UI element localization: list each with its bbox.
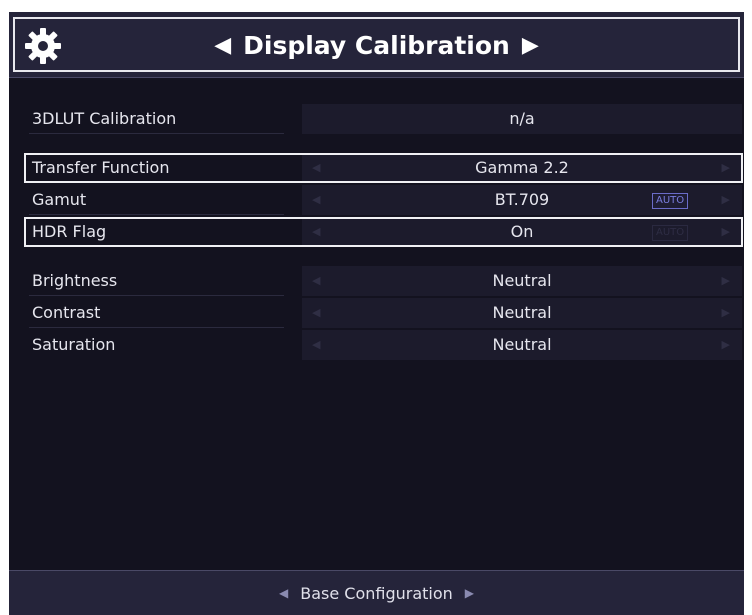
row-value: n/a bbox=[509, 109, 535, 128]
display-calibration-window: ◀ Display Calibration ▶ 3DLUT Calibratio… bbox=[9, 12, 744, 615]
row-value-field[interactable]: n/a bbox=[302, 104, 742, 134]
row-value-field[interactable]: ◀ Neutral ▶ bbox=[302, 298, 742, 328]
row-saturation[interactable]: Saturation ◀ Neutral ▶ bbox=[9, 330, 744, 360]
page-title: Display Calibration bbox=[243, 30, 510, 60]
row-label: Contrast bbox=[32, 303, 101, 322]
row-brightness[interactable]: Brightness ◀ Neutral ▶ bbox=[9, 266, 744, 296]
chevron-right-icon[interactable]: ▶ bbox=[722, 153, 730, 183]
row-label: 3DLUT Calibration bbox=[32, 109, 177, 128]
chevron-right-icon[interactable]: ▶ bbox=[722, 185, 730, 215]
auto-badge[interactable]: AUTO bbox=[652, 193, 689, 209]
row-value-field[interactable]: ◀ On AUTO ▶ bbox=[302, 217, 742, 247]
row-label: Saturation bbox=[32, 335, 116, 354]
row-contrast[interactable]: Contrast ◀ Neutral ▶ bbox=[9, 298, 744, 328]
row-value: Neutral bbox=[492, 335, 552, 354]
row-divider bbox=[29, 133, 284, 134]
footer-next-arrow-icon[interactable]: ▶ bbox=[465, 586, 474, 600]
row-divider bbox=[29, 327, 284, 328]
row-label: Gamut bbox=[32, 190, 87, 209]
row-hdr-flag[interactable]: HDR Flag ◀ On AUTO ▶ bbox=[9, 217, 744, 247]
row-value: Gamma 2.2 bbox=[475, 158, 569, 177]
row-value-field[interactable]: ◀ Gamma 2.2 ▶ bbox=[302, 153, 742, 183]
row-divider bbox=[29, 295, 284, 296]
footer-bar: ◀ Base Configuration ▶ bbox=[9, 570, 744, 615]
title-area: ◀ Display Calibration ▶ bbox=[9, 20, 744, 70]
row-transfer-function[interactable]: Transfer Function ◀ Gamma 2.2 ▶ bbox=[9, 153, 744, 183]
row-label: Brightness bbox=[32, 271, 118, 290]
row-value: Neutral bbox=[492, 303, 552, 322]
title-next-arrow-icon[interactable]: ▶ bbox=[522, 33, 539, 58]
chevron-right-icon[interactable]: ▶ bbox=[722, 330, 730, 360]
footer-page-label[interactable]: Base Configuration bbox=[300, 584, 453, 603]
row-value-field[interactable]: ◀ Neutral ▶ bbox=[302, 330, 742, 360]
row-value: Neutral bbox=[492, 271, 552, 290]
chevron-right-icon[interactable]: ▶ bbox=[722, 298, 730, 328]
row-gamut[interactable]: Gamut ◀ BT.709 AUTO ▶ bbox=[9, 185, 744, 215]
row-value-field[interactable]: ◀ Neutral ▶ bbox=[302, 266, 742, 296]
chevron-right-icon[interactable]: ▶ bbox=[722, 266, 730, 296]
row-label: Transfer Function bbox=[32, 158, 170, 177]
row-divider bbox=[29, 214, 284, 215]
row-label: HDR Flag bbox=[32, 222, 107, 241]
chevron-right-icon[interactable]: ▶ bbox=[722, 217, 730, 247]
row-3dlut-calibration[interactable]: 3DLUT Calibration n/a bbox=[9, 104, 744, 134]
footer-prev-arrow-icon[interactable]: ◀ bbox=[279, 586, 288, 600]
title-prev-arrow-icon[interactable]: ◀ bbox=[214, 33, 231, 58]
row-value-field[interactable]: ◀ BT.709 AUTO ▶ bbox=[302, 185, 742, 215]
auto-badge[interactable]: AUTO bbox=[652, 225, 689, 241]
header-bar: ◀ Display Calibration ▶ bbox=[9, 12, 744, 78]
